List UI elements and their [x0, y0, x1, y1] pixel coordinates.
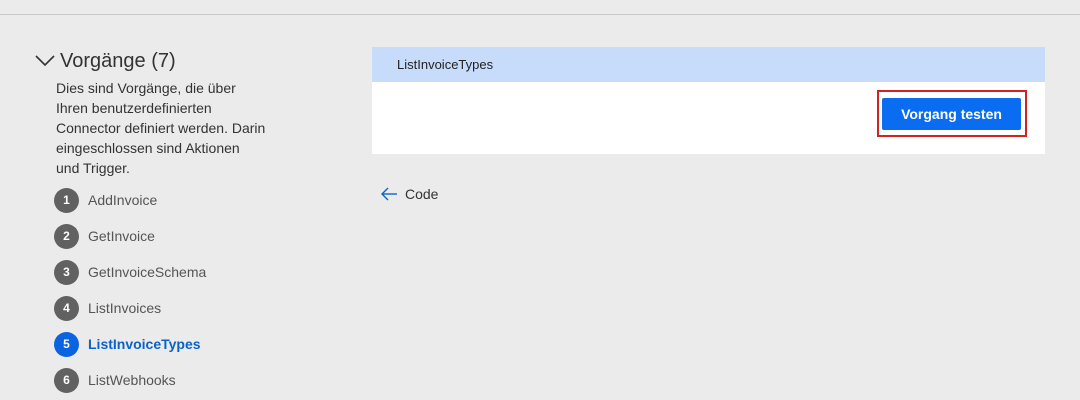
- operation-card: ListInvoiceTypes Vorgang testen: [372, 47, 1045, 154]
- operation-card-title: ListInvoiceTypes: [372, 47, 1045, 82]
- operation-item-listinvoicetypes[interactable]: 5 ListInvoiceTypes: [54, 326, 274, 362]
- operation-item-listinvoices[interactable]: 4 ListInvoices: [54, 290, 274, 326]
- operations-title: Vorgänge (7): [60, 49, 176, 72]
- operation-label: GetInvoiceSchema: [88, 264, 207, 280]
- operation-label: ListInvoiceTypes: [88, 336, 201, 352]
- test-operation-button[interactable]: Vorgang testen: [882, 98, 1021, 130]
- arrow-left-icon: [380, 186, 398, 202]
- operation-item-getinvoiceschema[interactable]: 3 GetInvoiceSchema: [54, 254, 274, 290]
- operation-number-badge: 2: [54, 223, 79, 249]
- chevron-down-icon[interactable]: [34, 53, 56, 69]
- operation-number-badge: 6: [54, 367, 79, 393]
- operations-header[interactable]: Vorgänge (7): [34, 46, 274, 76]
- operation-number-badge: 4: [54, 295, 79, 321]
- operation-item-getinvoice[interactable]: 2 GetInvoice: [54, 218, 274, 254]
- code-link-label: Code: [405, 186, 439, 202]
- operation-item-addinvoice[interactable]: 1 AddInvoice: [54, 182, 274, 218]
- operation-label: GetInvoice: [88, 228, 155, 244]
- operation-number-badge: 3: [54, 259, 79, 285]
- operation-label: ListInvoices: [88, 300, 162, 316]
- operation-label: AddInvoice: [88, 192, 158, 208]
- operations-list: 1 AddInvoice 2 GetInvoice 3 GetInvoiceSc…: [54, 182, 274, 398]
- operation-label: ListWebhooks: [88, 372, 176, 388]
- code-link[interactable]: Code: [380, 184, 438, 204]
- operations-panel: Vorgänge (7) Dies sind Vorgänge, die übe…: [34, 46, 274, 398]
- operation-number-badge: 5: [54, 331, 79, 357]
- top-bar: [0, 0, 1080, 15]
- operation-number-badge: 1: [54, 187, 79, 213]
- operation-item-listwebhooks[interactable]: 6 ListWebhooks: [54, 362, 274, 398]
- operations-description: Dies sind Vorgänge, die über Ihren benut…: [56, 80, 266, 176]
